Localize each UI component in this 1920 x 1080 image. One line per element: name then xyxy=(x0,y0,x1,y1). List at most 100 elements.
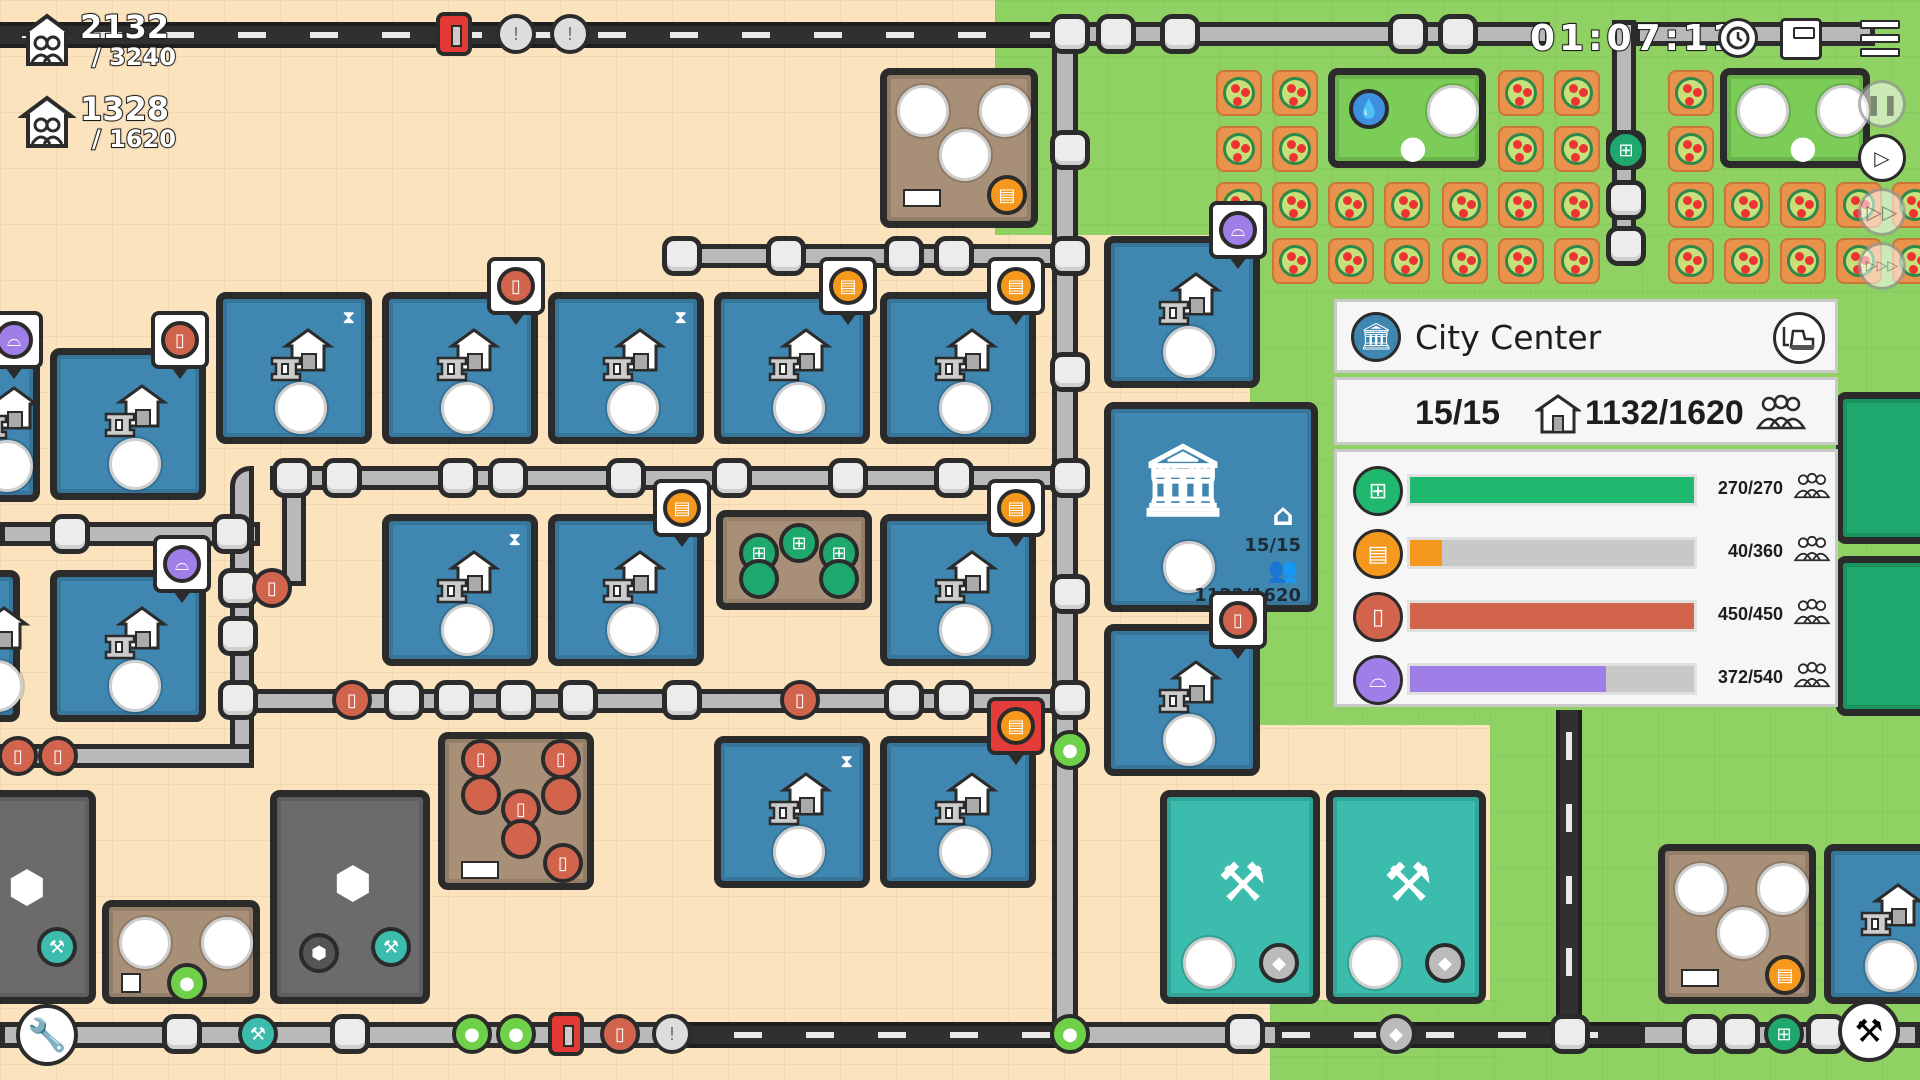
road-node[interactable] xyxy=(1050,352,1090,392)
road-node[interactable] xyxy=(884,680,924,720)
road-node[interactable] xyxy=(934,236,974,276)
resource-request-pin[interactable]: ▤ xyxy=(987,257,1045,325)
warning-token[interactable]: ! xyxy=(550,14,590,54)
barrel-token[interactable]: ⊞ xyxy=(1606,130,1646,170)
demolish-button[interactable] xyxy=(1773,312,1825,364)
resource-request-pin[interactable]: ▤ xyxy=(987,479,1045,547)
road-node[interactable] xyxy=(1438,14,1478,54)
apple-farm[interactable]: 💧 ● xyxy=(1328,68,1486,168)
road-node[interactable] xyxy=(1388,14,1428,54)
road-node[interactable] xyxy=(322,458,362,498)
road-node[interactable] xyxy=(330,1014,370,1054)
road-node[interactable] xyxy=(1682,1014,1722,1054)
road-node[interactable] xyxy=(1050,458,1090,498)
road-node[interactable] xyxy=(218,616,258,656)
resource-request-pin[interactable]: ▤ xyxy=(819,257,877,325)
apple-token[interactable]: ● xyxy=(452,1014,492,1054)
stone-quarry[interactable]: ⬢ ⚒ xyxy=(0,790,96,1004)
road-node[interactable] xyxy=(1050,574,1090,614)
road-node[interactable] xyxy=(662,236,702,276)
clock-button[interactable] xyxy=(1718,18,1758,58)
road-node[interactable] xyxy=(50,514,90,554)
house-building[interactable]: ⧗ xyxy=(714,736,870,888)
stone-quarry[interactable]: ⬢ ⬢ ⚒ xyxy=(270,790,430,1004)
road-node[interactable] xyxy=(558,680,598,720)
road-node[interactable] xyxy=(162,1014,202,1054)
city-center-building[interactable]: 🏛 ⌂ 15/15 👥 1132/1620 xyxy=(1104,402,1318,612)
paper-token[interactable]: ▯ xyxy=(332,680,372,720)
stone-token[interactable]: ◆ xyxy=(1376,1014,1416,1054)
tool-workshop[interactable]: ⚒ ◆ xyxy=(1160,790,1320,1004)
traffic-signal[interactable] xyxy=(436,12,472,56)
storage-building[interactable]: ▤ xyxy=(880,68,1038,228)
paper-token[interactable]: ▯ xyxy=(780,680,820,720)
road-node[interactable] xyxy=(434,680,474,720)
traffic-signal[interactable] xyxy=(548,1012,584,1056)
barrel-factory[interactable] xyxy=(1836,556,1920,716)
road-node[interactable] xyxy=(1050,130,1090,170)
barrel-storage[interactable]: ⊞ ⊞ ⊞ xyxy=(716,510,872,610)
paper-token[interactable]: ▯ xyxy=(0,736,38,776)
tool-workshop[interactable]: ⚒ ◆ xyxy=(1326,790,1486,1004)
paper-token[interactable]: ▯ xyxy=(38,736,78,776)
apple-farm[interactable]: ● xyxy=(1720,68,1870,168)
hammer-token[interactable]: ⚒ xyxy=(238,1014,278,1054)
road-node[interactable] xyxy=(496,680,536,720)
resource-request-pin[interactable]: ▯ xyxy=(151,311,209,379)
road-node[interactable] xyxy=(712,458,752,498)
house-building[interactable] xyxy=(0,570,31,722)
house-building[interactable] xyxy=(1824,844,1920,1004)
road-node[interactable] xyxy=(1606,226,1646,266)
resource-request-pin[interactable]: ▯ xyxy=(487,257,545,325)
road-node[interactable] xyxy=(1160,14,1200,54)
road-node[interactable] xyxy=(934,680,974,720)
menu-button[interactable] xyxy=(1860,18,1902,60)
fast-forward-button[interactable]: ▷▷ xyxy=(1858,188,1906,236)
notebook-button[interactable] xyxy=(1780,18,1822,60)
road-node[interactable] xyxy=(1050,14,1090,54)
apple-token[interactable]: ● xyxy=(496,1014,536,1054)
warning-token[interactable]: ! xyxy=(496,14,536,54)
resource-request-pin[interactable]: ⌓ xyxy=(153,535,211,603)
apple-storage[interactable]: ● xyxy=(102,900,260,1004)
road-node[interactable] xyxy=(1720,1014,1760,1054)
warning-token[interactable]: ! xyxy=(652,1014,692,1054)
house-building[interactable]: ⧗ xyxy=(382,514,538,666)
road-node[interactable] xyxy=(272,458,312,498)
road-node[interactable] xyxy=(1550,1014,1590,1054)
paper-token[interactable]: ▯ xyxy=(600,1014,640,1054)
road-node[interactable] xyxy=(662,680,702,720)
resource-request-pin[interactable]: ⌓ xyxy=(1209,201,1267,269)
house-building[interactable]: ⧗ xyxy=(548,292,704,444)
road-node[interactable] xyxy=(934,458,974,498)
road-node[interactable] xyxy=(828,458,868,498)
road-node[interactable] xyxy=(212,514,252,554)
resource-request-pin[interactable]: ▯ xyxy=(1209,591,1267,659)
paper-storage[interactable]: ▯ ▯ ▯ ▯ xyxy=(438,732,594,890)
road-node[interactable] xyxy=(1050,680,1090,720)
road-node[interactable] xyxy=(438,458,478,498)
road-node[interactable] xyxy=(884,236,924,276)
resource-request-pin[interactable]: ⌓ xyxy=(0,311,43,379)
road-node[interactable] xyxy=(384,680,424,720)
road-node[interactable] xyxy=(218,680,258,720)
repair-tool-button[interactable]: 🔧 xyxy=(16,1004,78,1066)
barrel-token[interactable]: ⊞ xyxy=(1764,1014,1804,1054)
road-node[interactable] xyxy=(606,458,646,498)
paper-token[interactable]: ▯ xyxy=(252,568,292,608)
road-node[interactable] xyxy=(488,458,528,498)
resource-request-pin[interactable]: ▤ xyxy=(653,479,711,547)
apple-token[interactable]: ● xyxy=(1050,730,1090,770)
road-node[interactable] xyxy=(1096,14,1136,54)
build-tool-button[interactable]: ⚒ xyxy=(1838,1000,1900,1062)
road-node[interactable] xyxy=(766,236,806,276)
house-building[interactable]: ⧗ xyxy=(216,292,372,444)
apple-token[interactable]: ● xyxy=(1050,1014,1090,1054)
road-node[interactable] xyxy=(1050,236,1090,276)
play-button[interactable]: ▷ xyxy=(1858,134,1906,182)
pause-button[interactable]: ❚❚ xyxy=(1858,80,1906,128)
barrel-factory[interactable] xyxy=(1836,392,1920,544)
fastest-forward-button[interactable]: ▷▷▷ xyxy=(1858,242,1906,290)
bread-storage[interactable]: ▤ xyxy=(1658,844,1816,1004)
road-node[interactable] xyxy=(1606,180,1646,220)
